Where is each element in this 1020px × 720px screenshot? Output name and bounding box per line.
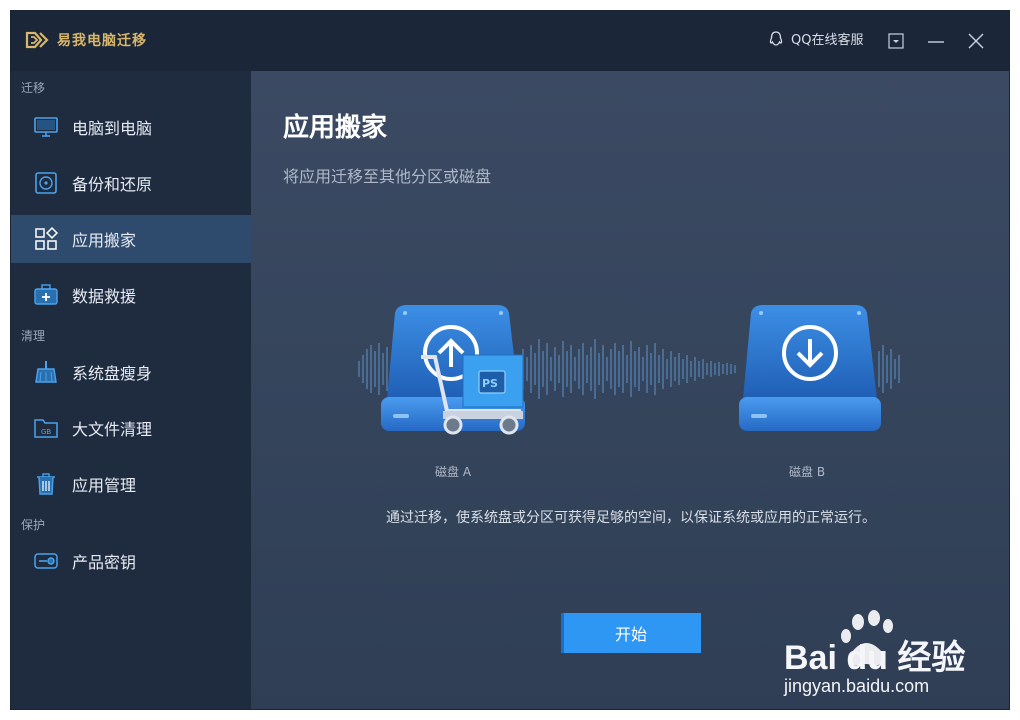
qq-penguin-icon [769, 30, 783, 46]
section-label-clean: 清理 [21, 329, 46, 343]
sidebar-item-product-key[interactable]: 产品密钥 [11, 537, 251, 585]
watermark-brand: Bai du 经验 [784, 639, 966, 677]
sidebar: 迁移 电脑到电脑 备份和还原 应用搬家 数据救援 清理 系统盘瘦身 GB 大文件… [11, 71, 251, 709]
disk-b-graphic [739, 305, 881, 431]
minimize-icon[interactable] [925, 30, 947, 52]
start-button[interactable]: 开始 [561, 613, 701, 653]
sidebar-item-label: 电脑到电脑 [72, 119, 153, 138]
section-label-protect: 保护 [21, 518, 46, 532]
close-icon[interactable] [965, 30, 987, 52]
backup-icon [35, 172, 57, 194]
sidebar-item-label: 产品密钥 [72, 553, 137, 572]
gb-folder-icon: GB [34, 419, 58, 438]
sidebar-item-backup-restore[interactable]: 备份和还原 [11, 159, 251, 207]
apps-icon [35, 226, 59, 250]
broom-icon [35, 361, 57, 383]
disk-a-label: 磁盘 A [435, 465, 472, 479]
ps-box-label: PS [482, 377, 498, 390]
sidebar-item-app-migration[interactable]: 应用搬家 [11, 215, 251, 263]
trash-icon [37, 473, 55, 495]
migration-illustration: PS [358, 305, 900, 435]
page-title: 应用搬家 [283, 113, 388, 143]
section-label-migrate: 迁移 [21, 81, 46, 95]
rescue-kit-icon [34, 284, 58, 305]
sidebar-item-label: 数据救援 [72, 287, 137, 306]
sidebar-item-label: 应用管理 [72, 476, 137, 495]
app-logo-icon [25, 31, 49, 49]
app-window: 易我电脑迁移 QQ在线客服 迁移 电脑到电脑 备份和还原 应用搬家 数据救援 清… [10, 10, 1010, 710]
disk-b-label: 磁盘 B [789, 465, 826, 479]
sidebar-item-pc-to-pc[interactable]: 电脑到电脑 [11, 103, 251, 151]
svg-text:GB: GB [41, 428, 51, 436]
sidebar-item-label: 应用搬家 [72, 231, 137, 250]
sidebar-item-label: 备份和还原 [72, 175, 153, 194]
monitor-icon [34, 117, 58, 137]
app-title: 易我电脑迁移 [57, 33, 147, 49]
key-icon [34, 553, 58, 569]
description-text: 通过迁移，使系统盘或分区可获得足够的空间，以保证系统或应用的正常运行。 [386, 510, 876, 526]
sidebar-item-label: 系统盘瘦身 [72, 364, 153, 383]
title-bar: 易我电脑迁移 QQ在线客服 [11, 11, 1009, 71]
sidebar-item-large-files[interactable]: GB 大文件清理 [11, 404, 251, 452]
sidebar-item-system-slim[interactable]: 系统盘瘦身 [11, 348, 251, 396]
sidebar-item-data-rescue[interactable]: 数据救援 [11, 271, 251, 319]
dropdown-menu-icon[interactable] [885, 30, 907, 52]
qq-service-label: QQ在线客服 [791, 33, 864, 48]
sidebar-item-app-management[interactable]: 应用管理 [11, 460, 251, 508]
qq-service-link[interactable]: QQ在线客服 [767, 29, 863, 48]
watermark-url: jingyan.baidu.com [784, 676, 930, 696]
page-subtitle: 将应用迁移至其他分区或磁盘 [283, 167, 492, 186]
sidebar-item-label: 大文件清理 [72, 420, 153, 439]
